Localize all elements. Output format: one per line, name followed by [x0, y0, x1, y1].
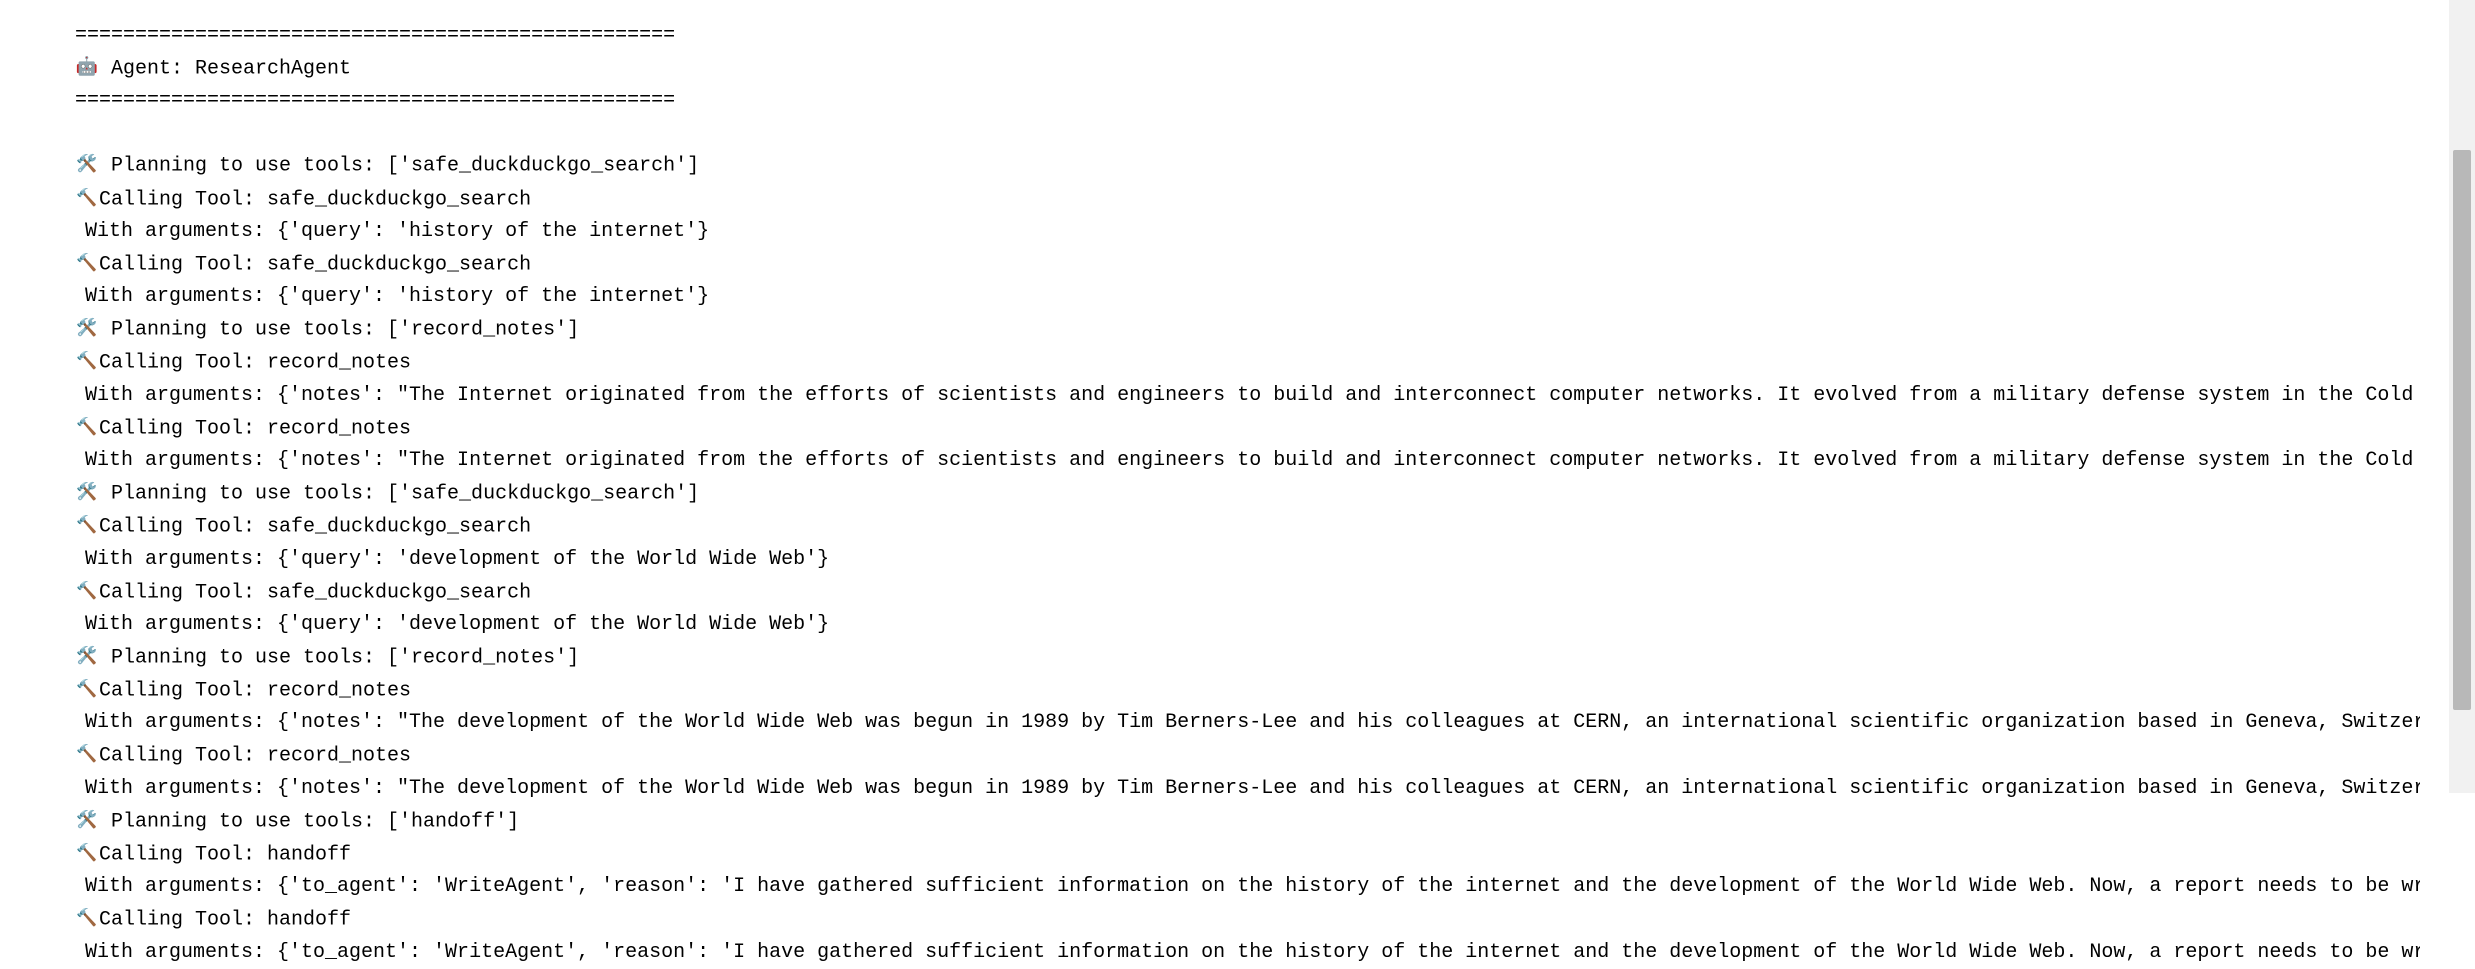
hammer-icon [75, 412, 99, 444]
hammer-icon [75, 510, 99, 542]
calling-tool-text: Calling Tool: record_notes [99, 745, 411, 768]
log-line: Calling Tool: safe_duckduckgo_search [75, 510, 2420, 543]
calling-tool-text: Calling Tool: record_notes [99, 352, 411, 375]
calling-tool-text: Calling Tool: record_notes [99, 679, 411, 702]
log-line: Calling Tool: safe_duckduckgo_search [75, 576, 2420, 609]
planning-text: Planning to use tools: ['record_notes'] [99, 318, 579, 341]
log-line: With arguments: {'notes': "The developme… [75, 773, 2420, 805]
arguments-text: With arguments: {'query': 'history of th… [85, 220, 709, 243]
log-line: Planning to use tools: ['safe_duckduckgo… [75, 149, 2420, 182]
arguments-text: With arguments: {'notes': "The developme… [85, 711, 2420, 734]
calling-tool-text: Calling Tool: handoff [99, 843, 351, 866]
log-line: With arguments: {'notes': "The Internet … [75, 445, 2420, 477]
hammer-icon [75, 838, 99, 870]
arguments-text: With arguments: {'notes': "The Internet … [85, 449, 2420, 472]
hammer-icon [75, 183, 99, 215]
log-line: Calling Tool: record_notes [75, 739, 2420, 772]
vertical-scrollbar-track[interactable] [2449, 0, 2475, 793]
tools-icon [75, 477, 99, 509]
log-line: Calling Tool: record_notes [75, 346, 2420, 379]
log-line: Planning to use tools: ['record_notes'] [75, 641, 2420, 674]
log-line: With arguments: {'notes': "The developme… [75, 707, 2420, 739]
calling-tool-text: Calling Tool: record_notes [99, 417, 411, 440]
log-line: Calling Tool: safe_duckduckgo_search [75, 183, 2420, 216]
log-line: With arguments: {'query': 'history of th… [75, 281, 2420, 313]
planning-text: Planning to use tools: ['handoff'] [99, 810, 519, 833]
log-line: With arguments: {'to_agent': 'WriteAgent… [75, 937, 2420, 969]
log-line: Calling Tool: record_notes [75, 674, 2420, 707]
planning-text: Planning to use tools: ['safe_duckduckgo… [99, 482, 699, 505]
blank-line [75, 117, 2420, 149]
agent-header-line: Agent: ResearchAgent [75, 52, 2420, 85]
arguments-text: With arguments: {'query': 'development o… [85, 613, 829, 636]
log-line: With arguments: {'to_agent': 'WriteAgent… [75, 871, 2420, 903]
hammer-icon [75, 903, 99, 935]
hammer-icon [75, 739, 99, 771]
arguments-text: With arguments: {'notes': "The developme… [85, 777, 2420, 800]
agent-name-text: Agent: ResearchAgent [99, 57, 351, 80]
calling-tool-text: Calling Tool: handoff [99, 909, 351, 932]
log-line: Planning to use tools: ['safe_duckduckgo… [75, 477, 2420, 510]
log-line: With arguments: {'query': 'development o… [75, 544, 2420, 576]
robot-icon [75, 52, 99, 84]
tools-icon [75, 313, 99, 345]
hammer-icon [75, 674, 99, 706]
arguments-text: With arguments: {'query': 'history of th… [85, 285, 709, 308]
separator-line: ========================================… [75, 20, 2420, 52]
vertical-scrollbar-thumb[interactable] [2453, 150, 2471, 710]
tools-icon [75, 149, 99, 181]
log-line: Planning to use tools: ['handoff'] [75, 805, 2420, 838]
calling-tool-text: Calling Tool: safe_duckduckgo_search [99, 253, 531, 276]
arguments-text: With arguments: {'notes': "The Internet … [85, 384, 2420, 407]
log-line: With arguments: {'query': 'history of th… [75, 216, 2420, 248]
planning-text: Planning to use tools: ['record_notes'] [99, 646, 579, 669]
log-line: Calling Tool: safe_duckduckgo_search [75, 248, 2420, 281]
calling-tool-text: Calling Tool: safe_duckduckgo_search [99, 188, 531, 211]
tools-icon [75, 805, 99, 837]
arguments-text: With arguments: {'to_agent': 'WriteAgent… [85, 875, 2420, 898]
log-line: Planning to use tools: ['record_notes'] [75, 313, 2420, 346]
separator-line: ========================================… [75, 85, 2420, 117]
log-output: ========================================… [0, 0, 2420, 969]
calling-tool-text: Calling Tool: safe_duckduckgo_search [99, 581, 531, 604]
arguments-text: With arguments: {'to_agent': 'WriteAgent… [85, 941, 2420, 964]
calling-tool-text: Calling Tool: safe_duckduckgo_search [99, 516, 531, 539]
log-line: With arguments: {'notes': "The Internet … [75, 380, 2420, 412]
planning-text: Planning to use tools: ['safe_duckduckgo… [99, 155, 699, 178]
tools-icon [75, 641, 99, 673]
log-line: Calling Tool: handoff [75, 903, 2420, 936]
hammer-icon [75, 576, 99, 608]
arguments-text: With arguments: {'query': 'development o… [85, 548, 829, 571]
log-line: Calling Tool: handoff [75, 838, 2420, 871]
log-line: With arguments: {'query': 'development o… [75, 609, 2420, 641]
hammer-icon [75, 346, 99, 378]
log-line: Calling Tool: record_notes [75, 412, 2420, 445]
hammer-icon [75, 248, 99, 280]
